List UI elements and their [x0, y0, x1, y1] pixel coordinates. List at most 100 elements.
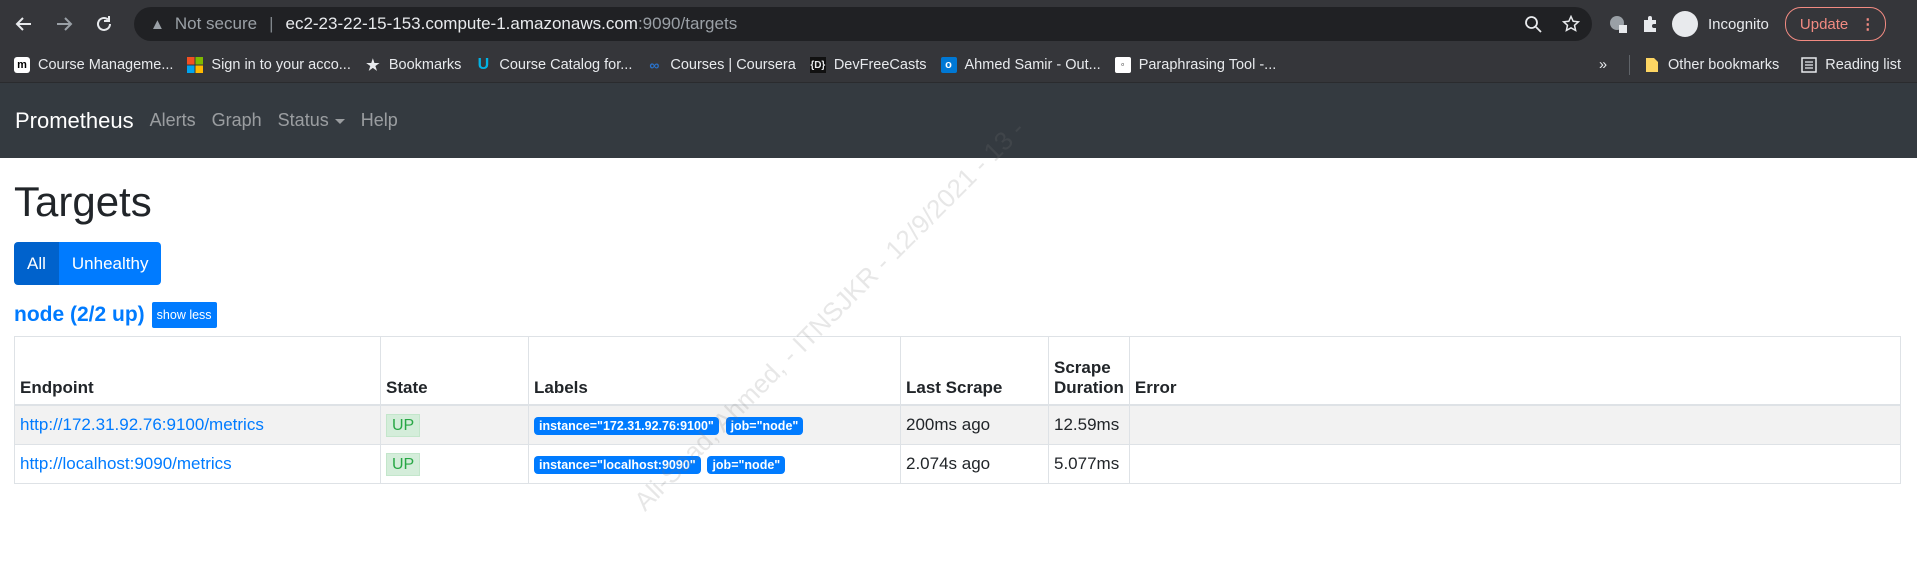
show-less-button[interactable]: show less — [151, 302, 217, 328]
bookmark-course-catalog[interactable]: U Course Catalog for... — [475, 56, 633, 73]
bookmark-bookmarks[interactable]: ★ Bookmarks — [365, 57, 462, 74]
bookmarks-divider — [1629, 55, 1631, 75]
last-scrape-cell: 2.074s ago — [900, 444, 1049, 484]
url-path: :9090/targets — [637, 14, 738, 33]
filter-button-group: All Unhealthy — [14, 242, 1903, 285]
extension-paused-icon[interactable] — [1602, 8, 1634, 40]
forward-button[interactable] — [48, 8, 80, 40]
target-pool-header: node (2/2 up) show less — [14, 302, 1903, 328]
other-bookmarks-label: Other bookmarks — [1668, 57, 1780, 73]
endpoint-cell: http://172.31.92.76:9100/metrics — [14, 404, 381, 445]
reload-button[interactable] — [88, 8, 120, 40]
update-label: Update — [1799, 15, 1849, 33]
address-separator: | — [269, 14, 274, 33]
back-arrow-icon — [15, 17, 31, 31]
star-bookmark-icon[interactable] — [1554, 7, 1588, 41]
incognito-icon — [1672, 11, 1698, 37]
targets-page: Targets All Unhealthy node (2/2 up) show… — [0, 178, 1917, 484]
browser-toolbar: ▲ Not secure | ec2-23-22-15-153.compute-… — [0, 0, 1917, 48]
incognito-indicator[interactable]: Incognito — [1672, 11, 1769, 37]
header-labels: Labels — [528, 336, 901, 406]
duration-cell: 12.59ms — [1048, 404, 1130, 445]
last-scrape-cell: 200ms ago — [900, 404, 1049, 445]
endpoint-link[interactable]: http://172.31.92.76:9100/metrics — [20, 415, 264, 434]
more-bookmarks-icon[interactable]: » — [1599, 57, 1607, 73]
forward-arrow-icon — [57, 17, 73, 31]
state-cell: UP — [380, 404, 529, 445]
header-endpoint: Endpoint — [14, 336, 381, 406]
table-row: http://172.31.92.76:9100/metrics UP inst… — [14, 404, 1902, 445]
reload-icon — [97, 16, 111, 31]
devfreecasts-icon: {D} — [809, 57, 826, 73]
labels-cell: instance="localhost:9090" job="node" — [528, 444, 901, 484]
zoom-icon[interactable] — [1516, 7, 1550, 41]
header-scrape-duration: Scrape Duration — [1048, 336, 1130, 406]
caret-down-icon — [334, 118, 345, 124]
nav-help[interactable]: Help — [361, 110, 398, 131]
bookmark-paraphrasing[interactable]: ◦ Paraphrasing Tool -... — [1114, 57, 1277, 73]
incognito-label: Incognito — [1708, 15, 1769, 33]
folder-icon — [1644, 57, 1660, 73]
bookmark-outlook[interactable]: o Ahmed Samir - Out... — [940, 57, 1101, 73]
table-row: http://localhost:9090/metrics UP instanc… — [14, 444, 1902, 484]
reading-list-icon — [1801, 57, 1817, 73]
pool-name-link[interactable]: node (2/2 up) — [14, 303, 145, 327]
filter-all-button[interactable]: All — [14, 242, 59, 285]
bookmark-label: Courses | Coursera — [670, 57, 796, 73]
error-cell — [1128, 404, 1902, 445]
extensions-puzzle-icon[interactable] — [1634, 8, 1666, 40]
state-badge: UP — [386, 414, 421, 437]
bookmark-label: Sign in to your acco... — [211, 57, 351, 73]
bookmark-label: Paraphrasing Tool -... — [1138, 57, 1277, 73]
label-badge: instance="172.31.92.76:9100" — [534, 417, 719, 435]
nav-graph[interactable]: Graph — [212, 110, 262, 131]
duration-cell: 5.077ms — [1048, 444, 1130, 484]
bookmark-label: Ahmed Samir - Out... — [964, 57, 1101, 73]
header-state: State — [380, 336, 529, 406]
star-icon: ★ — [366, 57, 380, 74]
brand-link[interactable]: Prometheus — [15, 108, 134, 134]
label-badge: instance="localhost:9090" — [534, 456, 701, 474]
bookmark-course-management[interactable]: m Course Manageme... — [14, 57, 173, 73]
update-button[interactable]: Update ⋮ — [1784, 7, 1887, 41]
bookmarks-bar: m Course Manageme... Sign in to your acc… — [0, 48, 1917, 83]
bookmark-devfreecasts[interactable]: {D} DevFreeCasts — [809, 57, 927, 73]
microsoft-icon — [187, 57, 204, 73]
nav-alerts[interactable]: Alerts — [150, 110, 196, 131]
bookmark-label: Course Catalog for... — [499, 57, 633, 73]
bookmark-label: Bookmarks — [388, 57, 462, 73]
state-cell: UP — [380, 444, 529, 484]
back-button[interactable] — [8, 8, 40, 40]
filter-unhealthy-button[interactable]: Unhealthy — [58, 242, 162, 285]
label-badge: job="node" — [725, 417, 804, 435]
security-status: Not secure — [174, 14, 258, 33]
endpoint-link[interactable]: http://localhost:9090/metrics — [20, 454, 232, 473]
endpoint-cell: http://localhost:9090/metrics — [14, 444, 381, 484]
other-bookmarks-folder[interactable]: Other bookmarks — [1644, 57, 1779, 73]
bookmark-label: DevFreeCasts — [833, 57, 927, 73]
nav-status-label: Status — [277, 110, 329, 130]
label-badge: job="node" — [707, 456, 786, 474]
bookmark-sign-in[interactable]: Sign in to your acco... — [187, 57, 351, 73]
bookmark-coursera[interactable]: ∞ Courses | Coursera — [646, 57, 795, 73]
address-bar[interactable]: ▲ Not secure | ec2-23-22-15-153.compute-… — [134, 7, 1592, 41]
page-title: Targets — [14, 178, 152, 225]
warning-icon: ▲ — [150, 15, 165, 33]
labels-cell: instance="172.31.92.76:9100" job="node" — [528, 404, 901, 445]
nav-status[interactable]: Status — [278, 110, 345, 131]
m-icon: m — [14, 57, 30, 73]
reading-list-button[interactable]: Reading list — [1801, 57, 1901, 73]
header-error: Error — [1128, 336, 1902, 406]
targets-table: Endpoint State Labels Last Scrape Scrape… — [14, 336, 1902, 484]
reading-list-label: Reading list — [1825, 57, 1901, 73]
more-menu-icon: ⋮ — [1860, 16, 1876, 33]
error-cell — [1128, 444, 1902, 484]
state-badge: UP — [386, 453, 421, 476]
coursera-icon: ∞ — [649, 57, 660, 73]
url-host: ec2-23-22-15-153.compute-1.amazonaws.com — [285, 14, 638, 33]
prometheus-navbar: Prometheus Alerts Graph Status Help — [0, 83, 1917, 158]
outlook-icon: o — [940, 57, 957, 73]
table-header-row: Endpoint State Labels Last Scrape Scrape… — [14, 336, 1902, 406]
header-last-scrape: Last Scrape — [900, 336, 1049, 406]
udacity-icon: U — [477, 56, 490, 73]
